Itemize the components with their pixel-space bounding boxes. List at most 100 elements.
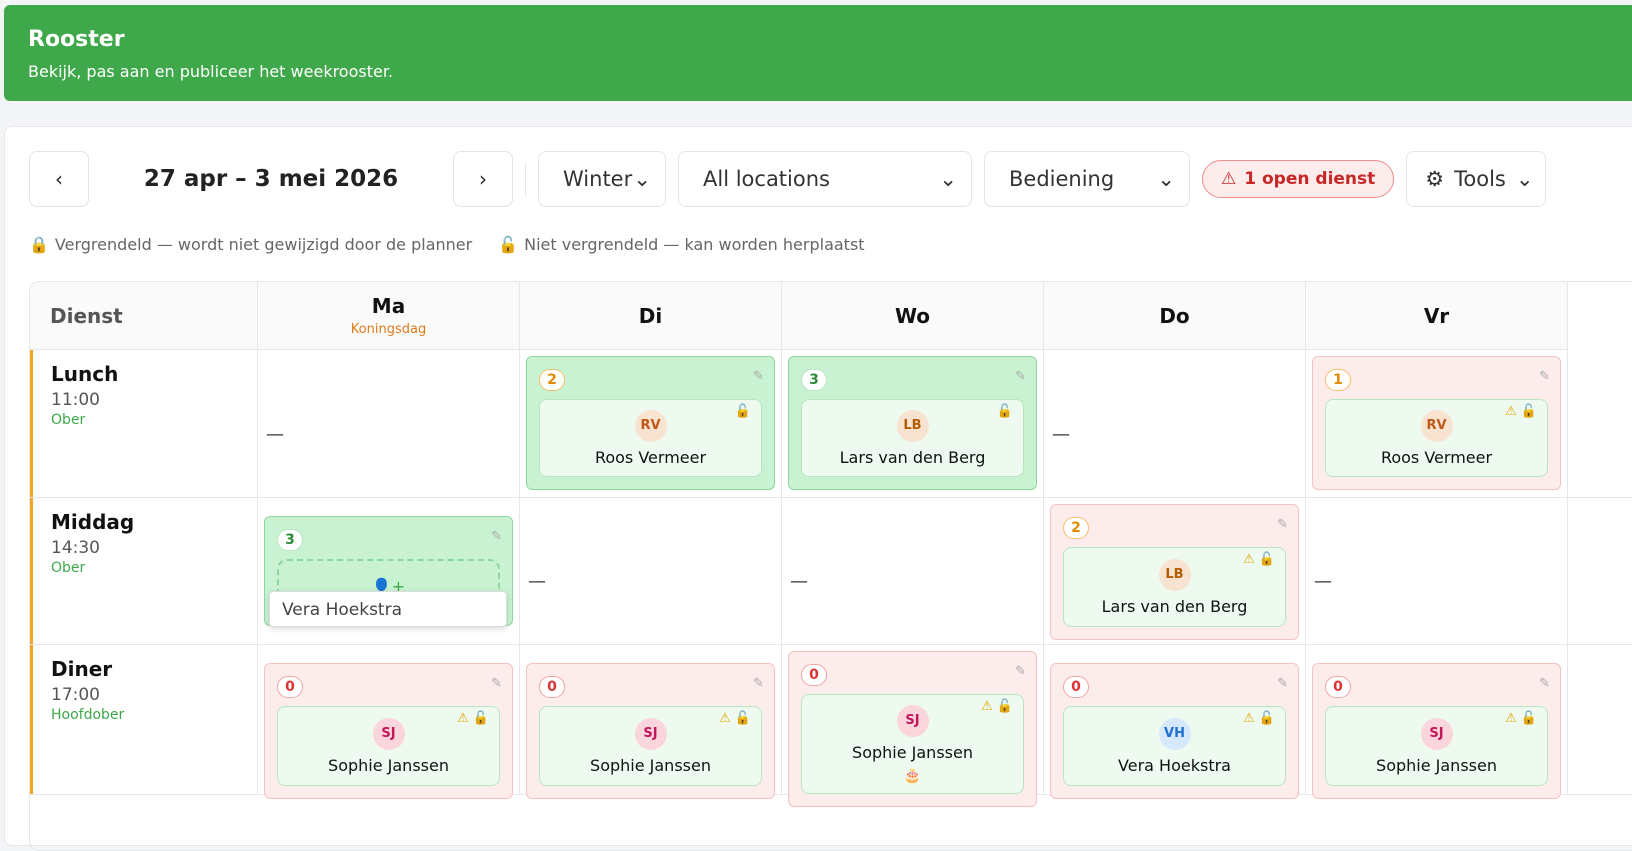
unlock-icon[interactable]: 🔓: [473, 711, 489, 726]
employee-assignment[interactable]: ⚠ 🔓 VH Vera Hoekstra: [1063, 706, 1286, 786]
season-select[interactable]: Winter ⌄: [538, 151, 666, 207]
shift-cell[interactable]: 0 ✎ ⚠ 🔓 SJ Sophie Janssen: [1306, 645, 1568, 799]
employee-name: Roos Vermeer: [594, 447, 707, 467]
employee-name: Sophie Janssen: [1376, 755, 1497, 775]
unlock-icon[interactable]: 🔓: [1521, 404, 1537, 419]
shift-card[interactable]: 0 ✎ ⚠ 🔓 SJ Sophie Janssen: [1312, 663, 1561, 799]
open-shift-badge-label: 1 open dienst: [1244, 169, 1376, 189]
day-name: Di: [638, 303, 663, 328]
warning-icon: ⚠: [457, 711, 469, 726]
avatar: SJ: [896, 704, 929, 737]
empty-dash: —: [528, 571, 546, 592]
shift-name: Lunch: [51, 362, 119, 386]
warning-icon: ⚠: [1243, 711, 1255, 726]
shift-card[interactable]: 0 ✎ ⚠ 🔓 SJ Sophie Janssen: [264, 663, 513, 799]
employee-name: Roos Vermeer: [1380, 447, 1493, 467]
shift-cell[interactable]: —: [782, 498, 1044, 644]
shift-card[interactable]: 1 ✎ ⚠ 🔓 RV Roos Vermeer: [1312, 356, 1561, 490]
shift-cell[interactable]: 3 ✎ 👤+ Vera Hoekstra: [258, 498, 520, 644]
shift-cell[interactable]: 2 ✎ ⚠ 🔓 LB Lars van den Berg: [1044, 498, 1306, 644]
pencil-icon[interactable]: ✎: [1015, 369, 1026, 384]
unlock-icon[interactable]: 🔓: [1521, 711, 1537, 726]
pencil-icon[interactable]: ✎: [1277, 517, 1288, 532]
employee-assignment[interactable]: ⚠ 🔓 LB Lars van den Berg: [1063, 547, 1286, 627]
unlock-icon[interactable]: 🔓: [735, 711, 751, 726]
shift-card[interactable]: 3 ✎ 👤+ Vera Hoekstra: [264, 516, 513, 627]
shift-cell[interactable]: 3 ✎ 🔓 LB Lars van den Berg: [782, 350, 1044, 497]
pencil-icon[interactable]: ✎: [491, 676, 502, 691]
employee-assignment[interactable]: ⚠ 🔓 SJ Sophie Janssen: [1325, 706, 1548, 786]
avatar: SJ: [1420, 717, 1453, 750]
column-header-4: Vr: [1306, 282, 1568, 350]
shift-cell[interactable]: —: [520, 498, 782, 644]
warning-icon: ⚠: [1505, 404, 1517, 419]
employee-assignment[interactable]: ⚠ 🔓 SJ Sophie Janssen: [539, 706, 762, 786]
shift-cell[interactable]: —: [258, 350, 520, 497]
pencil-icon[interactable]: ✎: [1277, 676, 1288, 691]
column-header-label: Dienst: [50, 303, 123, 328]
toolbar-divider: [525, 162, 526, 196]
shift-cell[interactable]: 2 ✎ 🔓 RV Roos Vermeer: [520, 350, 782, 497]
avatar: RV: [1420, 409, 1453, 442]
shift-cell[interactable]: —: [1306, 498, 1568, 644]
pencil-icon[interactable]: ✎: [753, 369, 764, 384]
employee-assignment[interactable]: ⚠ 🔓 RV Roos Vermeer: [1325, 399, 1548, 477]
chevron-down-icon: ⌄: [939, 167, 957, 191]
employee-name: Lars van den Berg: [839, 447, 986, 467]
tools-button[interactable]: ⚙ Tools ⌄: [1406, 151, 1547, 207]
column-header-1: Di: [520, 282, 782, 350]
prev-week-button[interactable]: ‹: [29, 151, 89, 207]
pencil-icon[interactable]: ✎: [1539, 369, 1550, 384]
unlock-icon[interactable]: 🔓: [735, 404, 751, 419]
location-select[interactable]: All locations ⌄: [678, 151, 972, 207]
chevron-down-icon: ⌄: [1157, 167, 1175, 191]
employee-assignment[interactable]: ⚠ 🔓 SJ Sophie Janssen: [277, 706, 500, 786]
shift-cell[interactable]: —: [1044, 350, 1306, 497]
pencil-icon[interactable]: ✎: [1539, 676, 1550, 691]
season-select-value: Winter: [563, 167, 633, 191]
empty-dash: —: [790, 571, 808, 592]
day-name: Do: [1159, 303, 1190, 328]
legend-locked-text: Vergrendeld — wordt niet gewijzigd door …: [54, 235, 473, 254]
column-header-0: Ma Koningsdag: [258, 282, 520, 350]
shift-role: Ober: [51, 560, 86, 576]
pencil-icon[interactable]: ✎: [753, 676, 764, 691]
unlock-icon[interactable]: 🔓: [1259, 552, 1275, 567]
chevron-left-icon: ‹: [55, 167, 63, 191]
department-select[interactable]: Bediening ⌄: [984, 151, 1190, 207]
warning-icon: ⚠: [719, 711, 731, 726]
assignment-icons: ⚠ 🔓: [719, 711, 751, 726]
avatar: LB: [1158, 558, 1191, 591]
shift-cell[interactable]: 1 ✎ ⚠ 🔓 RV Roos Vermeer: [1306, 350, 1568, 497]
page-banner: Rooster Bekijk, pas aan en publiceer het…: [4, 5, 1632, 101]
shift-card[interactable]: 2 ✎ ⚠ 🔓 LB Lars van den Berg: [1050, 504, 1299, 640]
avatar: LB: [896, 409, 929, 442]
open-shift-badge[interactable]: ⚠ 1 open dienst: [1202, 160, 1395, 198]
shift-card[interactable]: 0 ✎ ⚠ 🔓 SJ Sophie Janssen: [526, 663, 775, 799]
shift-row: Lunch 11:00 Ober — 2 ✎ 🔓 RV Roos Vermeer 3 …: [30, 350, 1632, 498]
staff-count-badge: 3: [277, 529, 303, 551]
unlock-icon[interactable]: 🔓: [1259, 711, 1275, 726]
shift-cell[interactable]: 0 ✎ ⚠ 🔓 VH Vera Hoekstra: [1044, 645, 1306, 799]
empty-dash: —: [1314, 571, 1332, 592]
pencil-icon[interactable]: ✎: [491, 529, 502, 544]
unlock-icon[interactable]: 🔓: [997, 699, 1013, 714]
shift-card[interactable]: 2 ✎ 🔓 RV Roos Vermeer: [526, 356, 775, 490]
chevron-right-icon: ›: [479, 167, 487, 191]
employee-assignment[interactable]: 🔓 LB Lars van den Berg: [801, 399, 1024, 477]
shift-card[interactable]: 0 ✎ ⚠ 🔓 SJ Sophie Janssen 🎂: [788, 651, 1037, 807]
assignment-icons: 🔓: [735, 404, 751, 419]
shift-card[interactable]: 0 ✎ ⚠ 🔓 VH Vera Hoekstra: [1050, 663, 1299, 799]
employee-assignment[interactable]: ⚠ 🔓 SJ Sophie Janssen 🎂: [801, 694, 1024, 794]
shift-cell[interactable]: 0 ✎ ⚠ 🔓 SJ Sophie Janssen 🎂: [782, 645, 1044, 807]
shift-cell[interactable]: 0 ✎ ⚠ 🔓 SJ Sophie Janssen: [520, 645, 782, 799]
warning-icon: ⚠: [1243, 552, 1255, 567]
staff-count-badge: 2: [539, 369, 565, 391]
employee-assignment[interactable]: 🔓 RV Roos Vermeer: [539, 399, 762, 477]
employee-suggestion[interactable]: Vera Hoekstra: [269, 591, 507, 627]
next-week-button[interactable]: ›: [453, 151, 513, 207]
unlock-icon[interactable]: 🔓: [997, 404, 1013, 419]
shift-cell[interactable]: 0 ✎ ⚠ 🔓 SJ Sophie Janssen: [258, 645, 520, 799]
shift-card[interactable]: 3 ✎ 🔓 LB Lars van den Berg: [788, 356, 1037, 490]
pencil-icon[interactable]: ✎: [1015, 664, 1026, 679]
